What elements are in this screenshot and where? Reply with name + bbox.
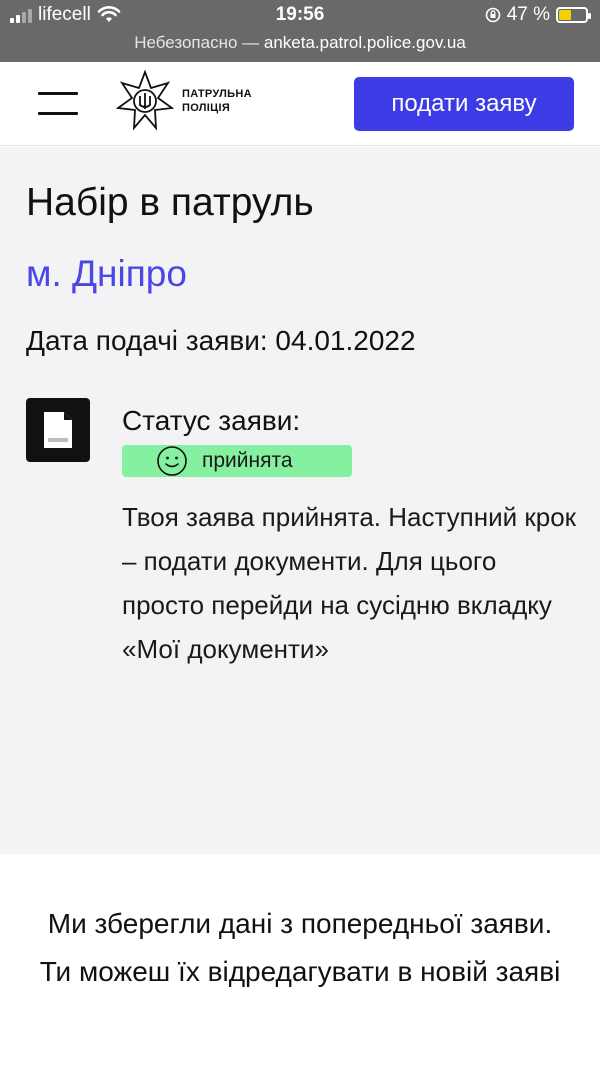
battery-charging-icon bbox=[556, 7, 591, 23]
orientation-lock-icon bbox=[485, 7, 500, 23]
status-bar: lifecell 19:56 47 % Небезопасно — anketa… bbox=[0, 0, 600, 62]
submit-application-button[interactable]: подати заяву bbox=[354, 77, 574, 131]
logo-line-2: ПОЛІЦІЯ bbox=[182, 102, 231, 114]
saved-data-note: Ми зберегли дані з попередньої заяви. Ти… bbox=[39, 908, 561, 987]
url-security-label: Небезопасно — bbox=[134, 33, 264, 52]
application-panel: Набір в патруль м. Дніпро Дата подачі за… bbox=[0, 147, 600, 854]
status-description: Твоя заява прийнята. Наступний крок – по… bbox=[122, 502, 577, 664]
city-name: м. Дніпро bbox=[26, 253, 187, 294]
document-icon bbox=[26, 398, 90, 462]
url-host: anketa.patrol.police.gov.ua bbox=[263, 33, 466, 52]
page-title: Набір в патруль bbox=[26, 181, 314, 224]
status-badge: прийнята bbox=[122, 445, 352, 477]
address-bar[interactable]: Небезопасно — anketa.patrol.police.gov.u… bbox=[0, 33, 600, 53]
logo-text: ПАТРУЛЬНА ПОЛІЦІЯ bbox=[182, 87, 252, 115]
status-label: Статус заяви: bbox=[122, 405, 301, 436]
site-header: ПАТРУЛЬНА ПОЛІЦІЯ подати заяву bbox=[0, 62, 600, 146]
battery-percent: 47 % bbox=[506, 4, 550, 25]
logo[interactable]: ПАТРУЛЬНА ПОЛІЦІЯ bbox=[116, 70, 252, 132]
submission-date: Дата подачі заяви: 04.01.2022 bbox=[26, 325, 416, 356]
smile-icon bbox=[157, 446, 187, 476]
status-badge-text: прийнята bbox=[202, 449, 293, 472]
battery-group: 47 % bbox=[485, 4, 591, 26]
hamburger-menu-icon[interactable] bbox=[38, 92, 78, 118]
logo-line-1: ПАТРУЛЬНА bbox=[182, 88, 252, 100]
police-star-icon bbox=[116, 70, 174, 131]
